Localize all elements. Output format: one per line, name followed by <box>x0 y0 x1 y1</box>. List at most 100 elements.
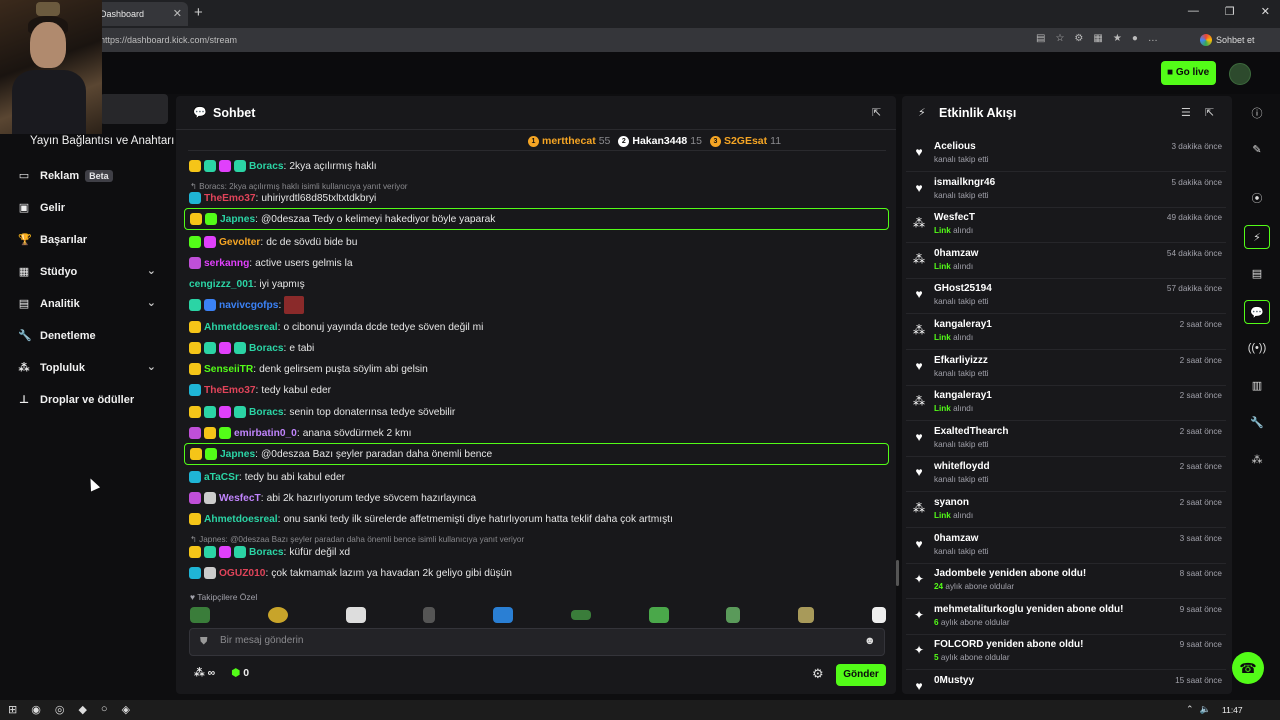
chat-message[interactable]: SenseiiTR: denk gelirsem puşta söylim abi… <box>184 359 889 379</box>
chat-message[interactable]: Japnes: @0deszaa Tedy o kelimeyi hakediyo… <box>184 208 889 230</box>
emote[interactable] <box>267 607 288 623</box>
app-icon[interactable]: ◎ <box>55 703 65 716</box>
activity-item[interactable]: ♥ Efkarliyizzz kanalı takip etti 2 saat önc… <box>906 351 1226 386</box>
activity-item[interactable]: ⁂ kangaleray1 Link alındı 2 saat önce <box>906 386 1226 422</box>
activity-item[interactable]: ✦ Jadombele yeniden abone oldu! 24 aylık a… <box>906 564 1226 600</box>
chat-username[interactable]: WesfecT <box>219 493 261 504</box>
sidebar-item-reklam[interactable]: ▭ Reklam Beta <box>18 166 160 186</box>
app-icon[interactable]: ◆ <box>78 703 86 716</box>
record-icon[interactable]: ⦿ <box>1244 187 1270 211</box>
sidebar-item-droplar-ve-d-ller[interactable]: ⊥ Droplar ve ödüller <box>18 390 160 410</box>
wrench-icon[interactable]: 🔧 <box>1244 411 1270 435</box>
viewers-stat[interactable]: ⁂ ∞ <box>194 667 215 679</box>
chat-message[interactable]: navivcgofps: <box>184 295 889 315</box>
activity-item[interactable]: ♥ 0hamzaw kanalı takip etti 3 saat önce <box>906 529 1226 564</box>
activity-item[interactable]: ✦ FOLCORD yeniden abone oldu! 5 aylık abon… <box>906 635 1226 671</box>
chevron-down-icon[interactable]: ⌄ <box>147 296 156 309</box>
favorites-icon[interactable]: ★ <box>1113 33 1122 44</box>
chat-message[interactable]: TheEmo37: uhiriyrdtl68d85txltxtdkbryi <box>184 188 889 208</box>
popout-icon[interactable]: ⇱ <box>1205 106 1214 119</box>
chat-username[interactable]: aTaCSr <box>204 472 239 483</box>
chat-username[interactable]: Boracs <box>249 161 284 172</box>
help-icon[interactable]: ☎ <box>1232 652 1264 684</box>
chat-username[interactable]: navivcgofps <box>219 300 278 311</box>
activity-item[interactable]: ⁂ syanon Link alındı 2 saat önce <box>906 493 1226 528</box>
emote[interactable] <box>726 607 741 623</box>
chat-username[interactable]: TheEmo37 <box>204 385 256 396</box>
chat-username[interactable]: OGUZ010 <box>219 568 265 579</box>
emote[interactable] <box>648 607 669 623</box>
activity-item[interactable]: ⁂ WesfecT Link alındı 49 dakika önce <box>906 208 1226 244</box>
activity-item[interactable]: ♥ whitefloydd kanalı takip etti 2 saat önce <box>906 457 1226 493</box>
emote[interactable] <box>871 607 886 623</box>
sidebar-item-st-dyo[interactable]: ▦ Stüdyo ⌄ <box>18 262 160 282</box>
profile-icon[interactable]: ● <box>1132 33 1138 44</box>
emote[interactable] <box>190 607 210 623</box>
emote[interactable] <box>423 607 436 623</box>
chat-username[interactable]: TheEmo37 <box>204 193 256 204</box>
top-gifter[interactable]: 2 Hakan3448 15 <box>618 135 702 147</box>
info-icon[interactable]: ⓘ <box>1244 102 1270 126</box>
browser-tab[interactable]: Dashboard ✕ <box>92 2 188 26</box>
chat-username[interactable]: Gevolter <box>219 237 260 248</box>
url-text[interactable]: https://dashboard.kick.com/stream <box>100 35 237 45</box>
activity-item[interactable]: ⁂ kangaleray1 Link alındı 2 saat önce <box>906 315 1226 350</box>
volume-icon[interactable]: 🔈 <box>1200 704 1211 715</box>
chat-message[interactable]: TheEmo37: tedy kabul eder <box>184 380 889 400</box>
chat-username[interactable]: emirbatin0_0 <box>234 428 297 439</box>
chat-message[interactable]: cengizzz_001: iyi yapmış <box>184 274 889 294</box>
chat-toggle-icon[interactable]: 💬 <box>1244 300 1270 324</box>
chat-username[interactable]: Ahmetdoesreal <box>204 514 278 525</box>
edge-icon[interactable]: ◉ <box>31 703 41 716</box>
chat-message[interactable]: emirbatin0_0: anana sövdürmek 2 kmı <box>184 423 889 443</box>
extensions-icon[interactable]: ⚙ <box>1074 33 1083 44</box>
points-stat[interactable]: ⬢ 0 <box>231 667 249 679</box>
chat-message[interactable]: Gevolter: dc de sövdü bide bu <box>184 232 889 252</box>
new-tab-icon[interactable]: + <box>194 4 203 21</box>
sidebar-item-analitik[interactable]: ▤ Analitik ⌄ <box>18 294 160 314</box>
top-gifter[interactable]: 3 S2GEsat 11 <box>709 135 781 147</box>
chat-username[interactable]: Boracs <box>249 407 284 418</box>
edit-icon[interactable]: ✎ <box>1244 138 1270 162</box>
send-button[interactable]: Gönder <box>836 664 886 686</box>
activity-item[interactable]: ♥ GHost25194 kanalı takip etti 57 dakika ön… <box>906 279 1226 315</box>
reader-icon[interactable]: ▤ <box>1036 33 1045 44</box>
chat-message[interactable]: Ahmetdoesreal: onu sanki tedy ilk süreler… <box>184 509 889 529</box>
emote[interactable] <box>798 607 815 623</box>
maximize-icon[interactable]: ❐ <box>1225 5 1235 18</box>
chat-message[interactable]: OGUZ010: çok takmamak lazım ya havadan 2k… <box>184 563 889 583</box>
sidebar-item-ba-ar-lar[interactable]: 🏆 Başarılar <box>18 230 160 250</box>
emoji-icon[interactable]: ☻ <box>864 635 876 647</box>
emote[interactable] <box>570 610 591 620</box>
copilot-button[interactable]: Sohbet et <box>1200 34 1255 46</box>
chat-username[interactable]: Japnes <box>220 449 255 460</box>
chat-message[interactable]: WesfecT: abi 2k hazırlıyorum tedye sövcem… <box>184 488 889 508</box>
chat-message[interactable]: Boracs:2kya açılırmış haklı <box>184 156 889 176</box>
chat-message[interactable]: Japnes: @0deszaa Bazı şeyler paradan daha… <box>184 443 889 465</box>
broadcast-icon[interactable]: ((•)) <box>1244 336 1270 360</box>
app-icon[interactable]: ◈ <box>122 703 130 716</box>
chat-message[interactable]: serkanng: active users gelmis la <box>184 253 889 273</box>
activity-item[interactable]: ⁂ 0hamzaw Link alındı 54 dakika önce <box>906 244 1226 279</box>
chat-scrollbar[interactable] <box>896 560 899 586</box>
emote[interactable] <box>493 607 514 623</box>
chevron-down-icon[interactable]: ⌄ <box>147 360 156 373</box>
activity-item[interactable]: ♥ ExaltedThearch kanalı takip etti 2 saat ö… <box>906 422 1226 457</box>
activity-item[interactable]: ♥ Acelious kanalı takip etti 3 dakika önce <box>906 137 1226 172</box>
go-live-button[interactable]: ■ Go live <box>1161 61 1216 85</box>
chat-username[interactable]: cengizzz_001 <box>189 279 254 290</box>
avatar[interactable] <box>1229 63 1251 85</box>
chat-message[interactable]: Boracs: e tabi <box>184 338 889 358</box>
shield-icon[interactable]: ⛊ <box>200 636 208 647</box>
chat-message[interactable]: Ahmetdoesreal: o cibonuj yayında dcde ted… <box>184 317 889 337</box>
activity-toggle-icon[interactable]: ⚡ <box>1244 225 1270 249</box>
gear-icon[interactable]: ⚙ <box>812 666 824 682</box>
chevron-down-icon[interactable]: ⌄ <box>147 264 156 277</box>
community-icon[interactable]: ⁂ <box>1244 448 1270 472</box>
activity-item[interactable]: ♥ ismailkngr46 kanalı takip etti 5 dakika ö… <box>906 173 1226 208</box>
close-window-icon[interactable]: ✕ <box>1261 5 1270 18</box>
sidebar-search[interactable] <box>100 94 168 124</box>
activity-item[interactable]: ✦ mehmetaliturkoglu yeniden abone oldu! 6 … <box>906 600 1226 635</box>
chat-username[interactable]: Japnes <box>220 214 255 225</box>
chat-username[interactable]: Boracs <box>249 343 284 354</box>
